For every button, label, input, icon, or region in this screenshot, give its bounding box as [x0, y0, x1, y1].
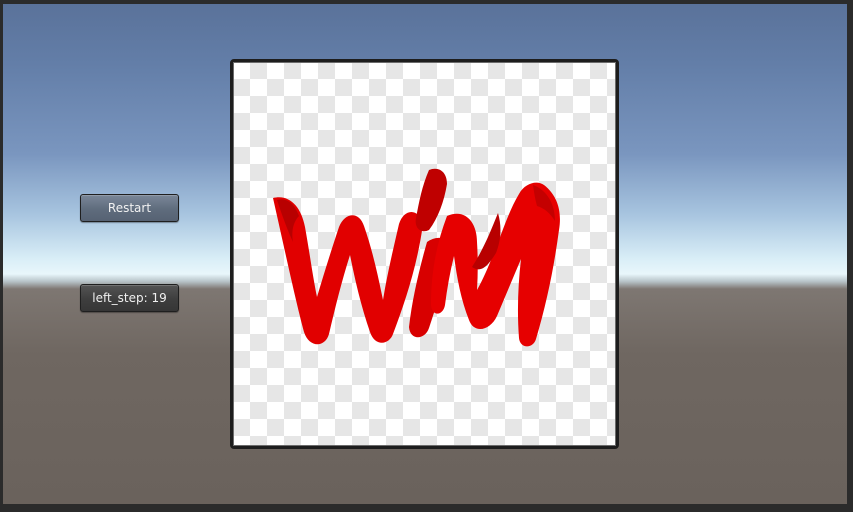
result-panel	[230, 59, 619, 449]
left-step-counter: left_step: 19	[80, 284, 179, 312]
restart-button[interactable]: Restart	[80, 194, 179, 222]
win-image	[273, 168, 560, 347]
win-i-slash	[415, 168, 447, 232]
game-viewport: Restart left_step: 19	[3, 4, 847, 504]
